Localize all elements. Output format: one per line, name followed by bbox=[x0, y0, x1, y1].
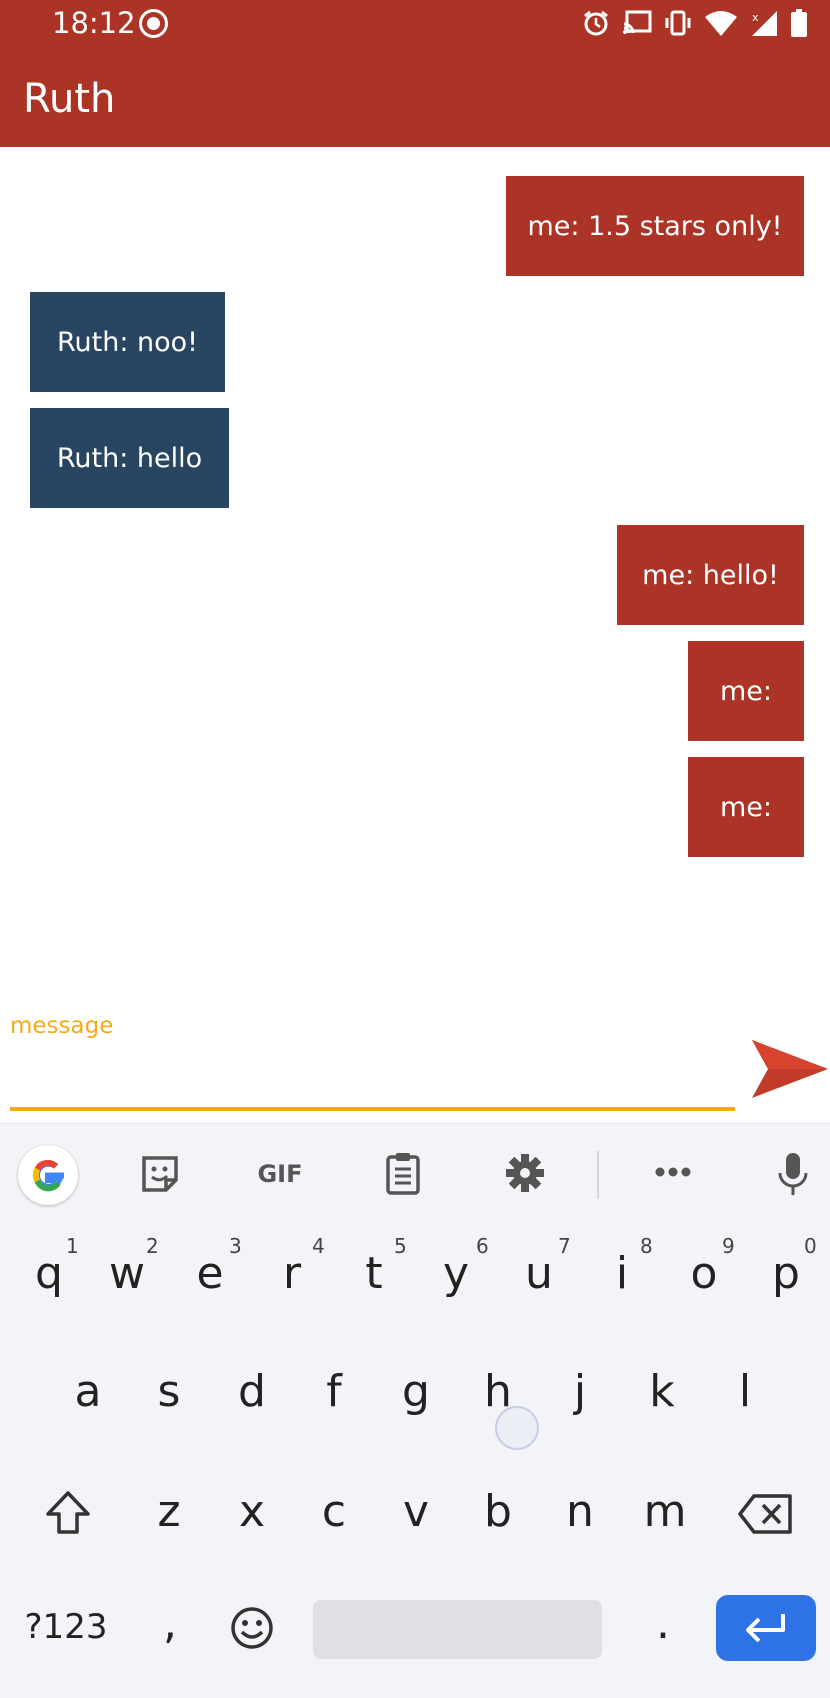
more-icon[interactable] bbox=[653, 1160, 693, 1184]
key-hint: 8 bbox=[640, 1234, 653, 1258]
key-i[interactable]: i bbox=[600, 1252, 644, 1296]
key-z[interactable]: z bbox=[147, 1490, 191, 1534]
key-l[interactable]: l bbox=[723, 1370, 767, 1414]
wifi-icon bbox=[705, 11, 737, 36]
key-hint: 1 bbox=[66, 1234, 79, 1258]
key-n[interactable]: n bbox=[558, 1490, 602, 1534]
message-bubble-outgoing: me: bbox=[688, 641, 804, 741]
key-q[interactable]: q bbox=[27, 1252, 71, 1296]
message-input-underline bbox=[10, 1107, 735, 1111]
sticker-icon[interactable] bbox=[138, 1152, 182, 1196]
key-hint: 0 bbox=[804, 1234, 817, 1258]
key-p[interactable]: p bbox=[764, 1252, 808, 1296]
record-icon bbox=[139, 9, 168, 38]
key-period[interactable]: . bbox=[645, 1602, 681, 1646]
symbols-key[interactable]: ?123 bbox=[20, 1610, 112, 1644]
key-b[interactable]: b bbox=[476, 1490, 520, 1534]
app-bar: 18:12 x Ruth bbox=[0, 0, 830, 147]
key-g[interactable]: g bbox=[394, 1370, 438, 1414]
enter-key[interactable] bbox=[716, 1595, 816, 1661]
key-hint: 6 bbox=[476, 1234, 489, 1258]
battery-icon bbox=[791, 9, 807, 37]
message-bubble-incoming: Ruth: hello bbox=[30, 408, 229, 508]
key-v[interactable]: v bbox=[394, 1490, 438, 1534]
enter-icon bbox=[746, 1614, 785, 1643]
key-w[interactable]: w bbox=[105, 1252, 149, 1296]
mic-icon[interactable] bbox=[775, 1150, 811, 1198]
message-field-label: message bbox=[10, 1013, 114, 1039]
key-d[interactable]: d bbox=[230, 1370, 274, 1414]
key-hint: 4 bbox=[312, 1234, 325, 1258]
signal-icon: x bbox=[752, 11, 777, 36]
key-e[interactable]: e bbox=[188, 1252, 232, 1296]
toolbar-divider bbox=[597, 1151, 599, 1199]
key-o[interactable]: o bbox=[682, 1252, 726, 1296]
space-key[interactable] bbox=[313, 1600, 602, 1659]
page-title: Ruth bbox=[23, 76, 116, 122]
backspace-icon bbox=[738, 1494, 792, 1534]
key-comma[interactable]: , bbox=[152, 1602, 188, 1646]
key-m[interactable]: m bbox=[640, 1490, 690, 1534]
touch-indicator bbox=[495, 1406, 539, 1450]
send-button[interactable] bbox=[750, 1038, 830, 1100]
message-bubble-outgoing: me: hello! bbox=[617, 525, 804, 625]
message-bubble-outgoing: me: 1.5 stars only! bbox=[506, 176, 804, 276]
shift-key[interactable] bbox=[42, 1487, 94, 1539]
clipboard-icon[interactable] bbox=[383, 1149, 423, 1197]
gear-icon[interactable] bbox=[504, 1152, 546, 1194]
key-u[interactable]: u bbox=[517, 1252, 561, 1296]
key-hint: 5 bbox=[394, 1234, 407, 1258]
shift-icon bbox=[46, 1491, 90, 1534]
key-a[interactable]: a bbox=[66, 1370, 110, 1414]
cast-icon bbox=[623, 10, 652, 34]
status-icons: x bbox=[582, 8, 808, 38]
key-hint: 2 bbox=[146, 1234, 159, 1258]
key-y[interactable]: y bbox=[434, 1252, 478, 1296]
backspace-key[interactable] bbox=[738, 1492, 794, 1536]
key-s[interactable]: s bbox=[147, 1370, 191, 1414]
key-hint: 7 bbox=[558, 1234, 571, 1258]
key-r[interactable]: r bbox=[270, 1252, 314, 1296]
key-k[interactable]: k bbox=[640, 1370, 684, 1414]
key-t[interactable]: t bbox=[352, 1252, 396, 1296]
emoji-icon bbox=[231, 1607, 273, 1649]
google-icon[interactable] bbox=[18, 1145, 78, 1205]
gif-button[interactable]: GIF bbox=[252, 1159, 308, 1189]
soft-keyboard: GIF q w e r t y u i o p 1 2 3 4 5 6 7 8 … bbox=[0, 1123, 830, 1698]
key-f[interactable]: f bbox=[312, 1370, 356, 1414]
alarm-icon bbox=[584, 10, 608, 36]
key-x[interactable]: x bbox=[230, 1490, 274, 1534]
message-input[interactable] bbox=[10, 1040, 735, 1110]
key-hint: 9 bbox=[722, 1234, 735, 1258]
key-hint: 3 bbox=[229, 1234, 242, 1258]
status-time: 18:12 bbox=[52, 6, 136, 40]
svg-text:x: x bbox=[752, 11, 759, 24]
send-icon bbox=[752, 1040, 828, 1098]
emoji-key[interactable] bbox=[228, 1604, 276, 1652]
message-bubble-outgoing: me: bbox=[688, 757, 804, 857]
key-j[interactable]: j bbox=[558, 1370, 602, 1414]
key-c[interactable]: c bbox=[312, 1490, 356, 1534]
message-bubble-incoming: Ruth: noo! bbox=[30, 292, 225, 392]
vibrate-icon bbox=[665, 10, 691, 36]
